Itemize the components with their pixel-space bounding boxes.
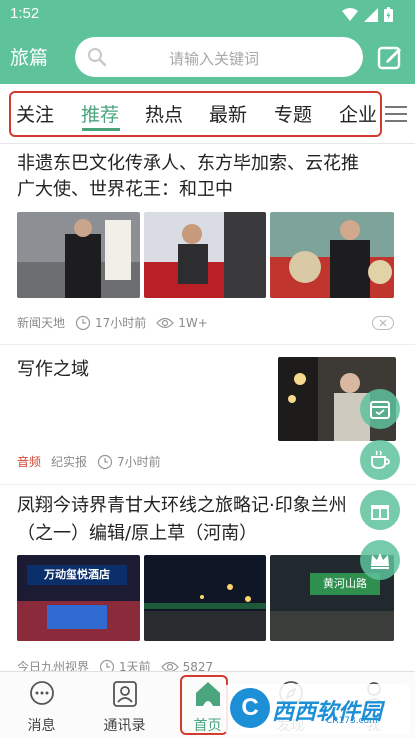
- dismiss-icon[interactable]: [372, 316, 394, 330]
- tea-float-button[interactable]: [360, 440, 400, 480]
- contacts-icon: [112, 681, 137, 707]
- article-meta: 音频 纪实报 7小时前: [17, 453, 161, 470]
- signal-icon: [364, 7, 378, 22]
- app-bar: 旅篇 请输入关键词: [0, 30, 415, 84]
- views-icon: [160, 661, 179, 671]
- status-icons: [342, 7, 393, 22]
- calendar-icon: [370, 401, 390, 419]
- news-feed: 非遗东巴文化传承人、东方毕加索、云花推 广大使、世界花王：和卫中 新闻天地 17…: [0, 145, 415, 671]
- home-highlight-box: [180, 675, 228, 735]
- chat-bubble-icon: [29, 681, 54, 705]
- edit-icon[interactable]: [377, 44, 403, 70]
- hotel-sign: 万动玺悦酒店: [27, 565, 127, 585]
- clock-icon: [97, 454, 113, 469]
- article-views: 1W+: [178, 315, 208, 330]
- article-item[interactable]: 非遗东巴文化传承人、东方毕加索、云花推 广大使、世界花王：和卫中 新闻天地 17…: [0, 145, 415, 345]
- article-source: 今日九州视界: [17, 660, 90, 671]
- watermark-logo: C: [230, 688, 270, 728]
- nav-label: 消息: [27, 718, 56, 734]
- article-thumbnail: [17, 212, 140, 298]
- views-icon: [156, 317, 175, 328]
- nav-contacts[interactable]: 通讯录: [83, 672, 166, 738]
- article-time: 7小时前: [117, 455, 161, 469]
- crown-icon: [371, 553, 389, 569]
- article-title-line: 广大使、世界花王：和卫中: [17, 179, 233, 200]
- nav-label: 通讯录: [103, 718, 146, 734]
- tea-cup-icon: [371, 450, 390, 470]
- gift-float-button[interactable]: [360, 490, 400, 530]
- article-time: 17小时前: [95, 316, 147, 330]
- nav-messages[interactable]: 消息: [0, 672, 83, 738]
- clock-icon: [99, 659, 115, 671]
- article-thumbnail: [144, 212, 266, 298]
- gift-icon: [371, 505, 389, 520]
- tabs-highlight-box: [9, 91, 382, 137]
- watermark: C 西西软件园 CR173.com: [224, 684, 410, 734]
- article-views: 5827: [182, 659, 214, 672]
- wifi-icon: [342, 7, 358, 21]
- article-title-line: （之一）编辑/原上草（河南）: [17, 523, 258, 544]
- menu-icon[interactable]: [385, 104, 407, 124]
- search-input[interactable]: 请输入关键词: [75, 37, 363, 77]
- article-time: 1天前: [119, 660, 151, 671]
- status-bar: 1:52: [0, 0, 415, 30]
- search-placeholder: 请输入关键词: [169, 50, 260, 68]
- crown-float-button[interactable]: [360, 540, 400, 580]
- clock-icon: [75, 315, 91, 330]
- article-meta: 今日九州视界 1天前 5827: [17, 658, 213, 671]
- article-title-line: 凤翔今诗界青甘大环线之旅略记·印象兰州: [17, 495, 347, 516]
- article-tag: 音频: [17, 455, 42, 469]
- article-item[interactable]: 凤翔今诗界青甘大环线之旅略记·印象兰州 （之一）编辑/原上草（河南） 万动玺悦酒…: [0, 485, 415, 671]
- article-thumbnail: 万动玺悦酒店: [17, 555, 140, 641]
- article-thumbnail: [144, 555, 266, 641]
- calendar-float-button[interactable]: [360, 389, 400, 429]
- search-icon: [88, 48, 107, 67]
- article-source: 纪实报: [51, 455, 88, 469]
- watermark-subtext: CR173.com: [326, 716, 378, 726]
- article-source: 新闻天地: [17, 316, 66, 330]
- category-tabs: 关注 推荐 热点 最新 专题 企业: [0, 84, 415, 144]
- app-title: 旅篇: [10, 47, 49, 69]
- article-item[interactable]: 写作之域 音频 纪实报 7小时前: [0, 345, 415, 485]
- battery-icon: [384, 7, 393, 22]
- article-meta: 新闻天地 17小时前 1W+: [17, 314, 208, 331]
- article-thumbnail: [270, 212, 394, 298]
- article-title: 写作之域: [17, 359, 89, 380]
- status-time: 1:52: [10, 5, 40, 22]
